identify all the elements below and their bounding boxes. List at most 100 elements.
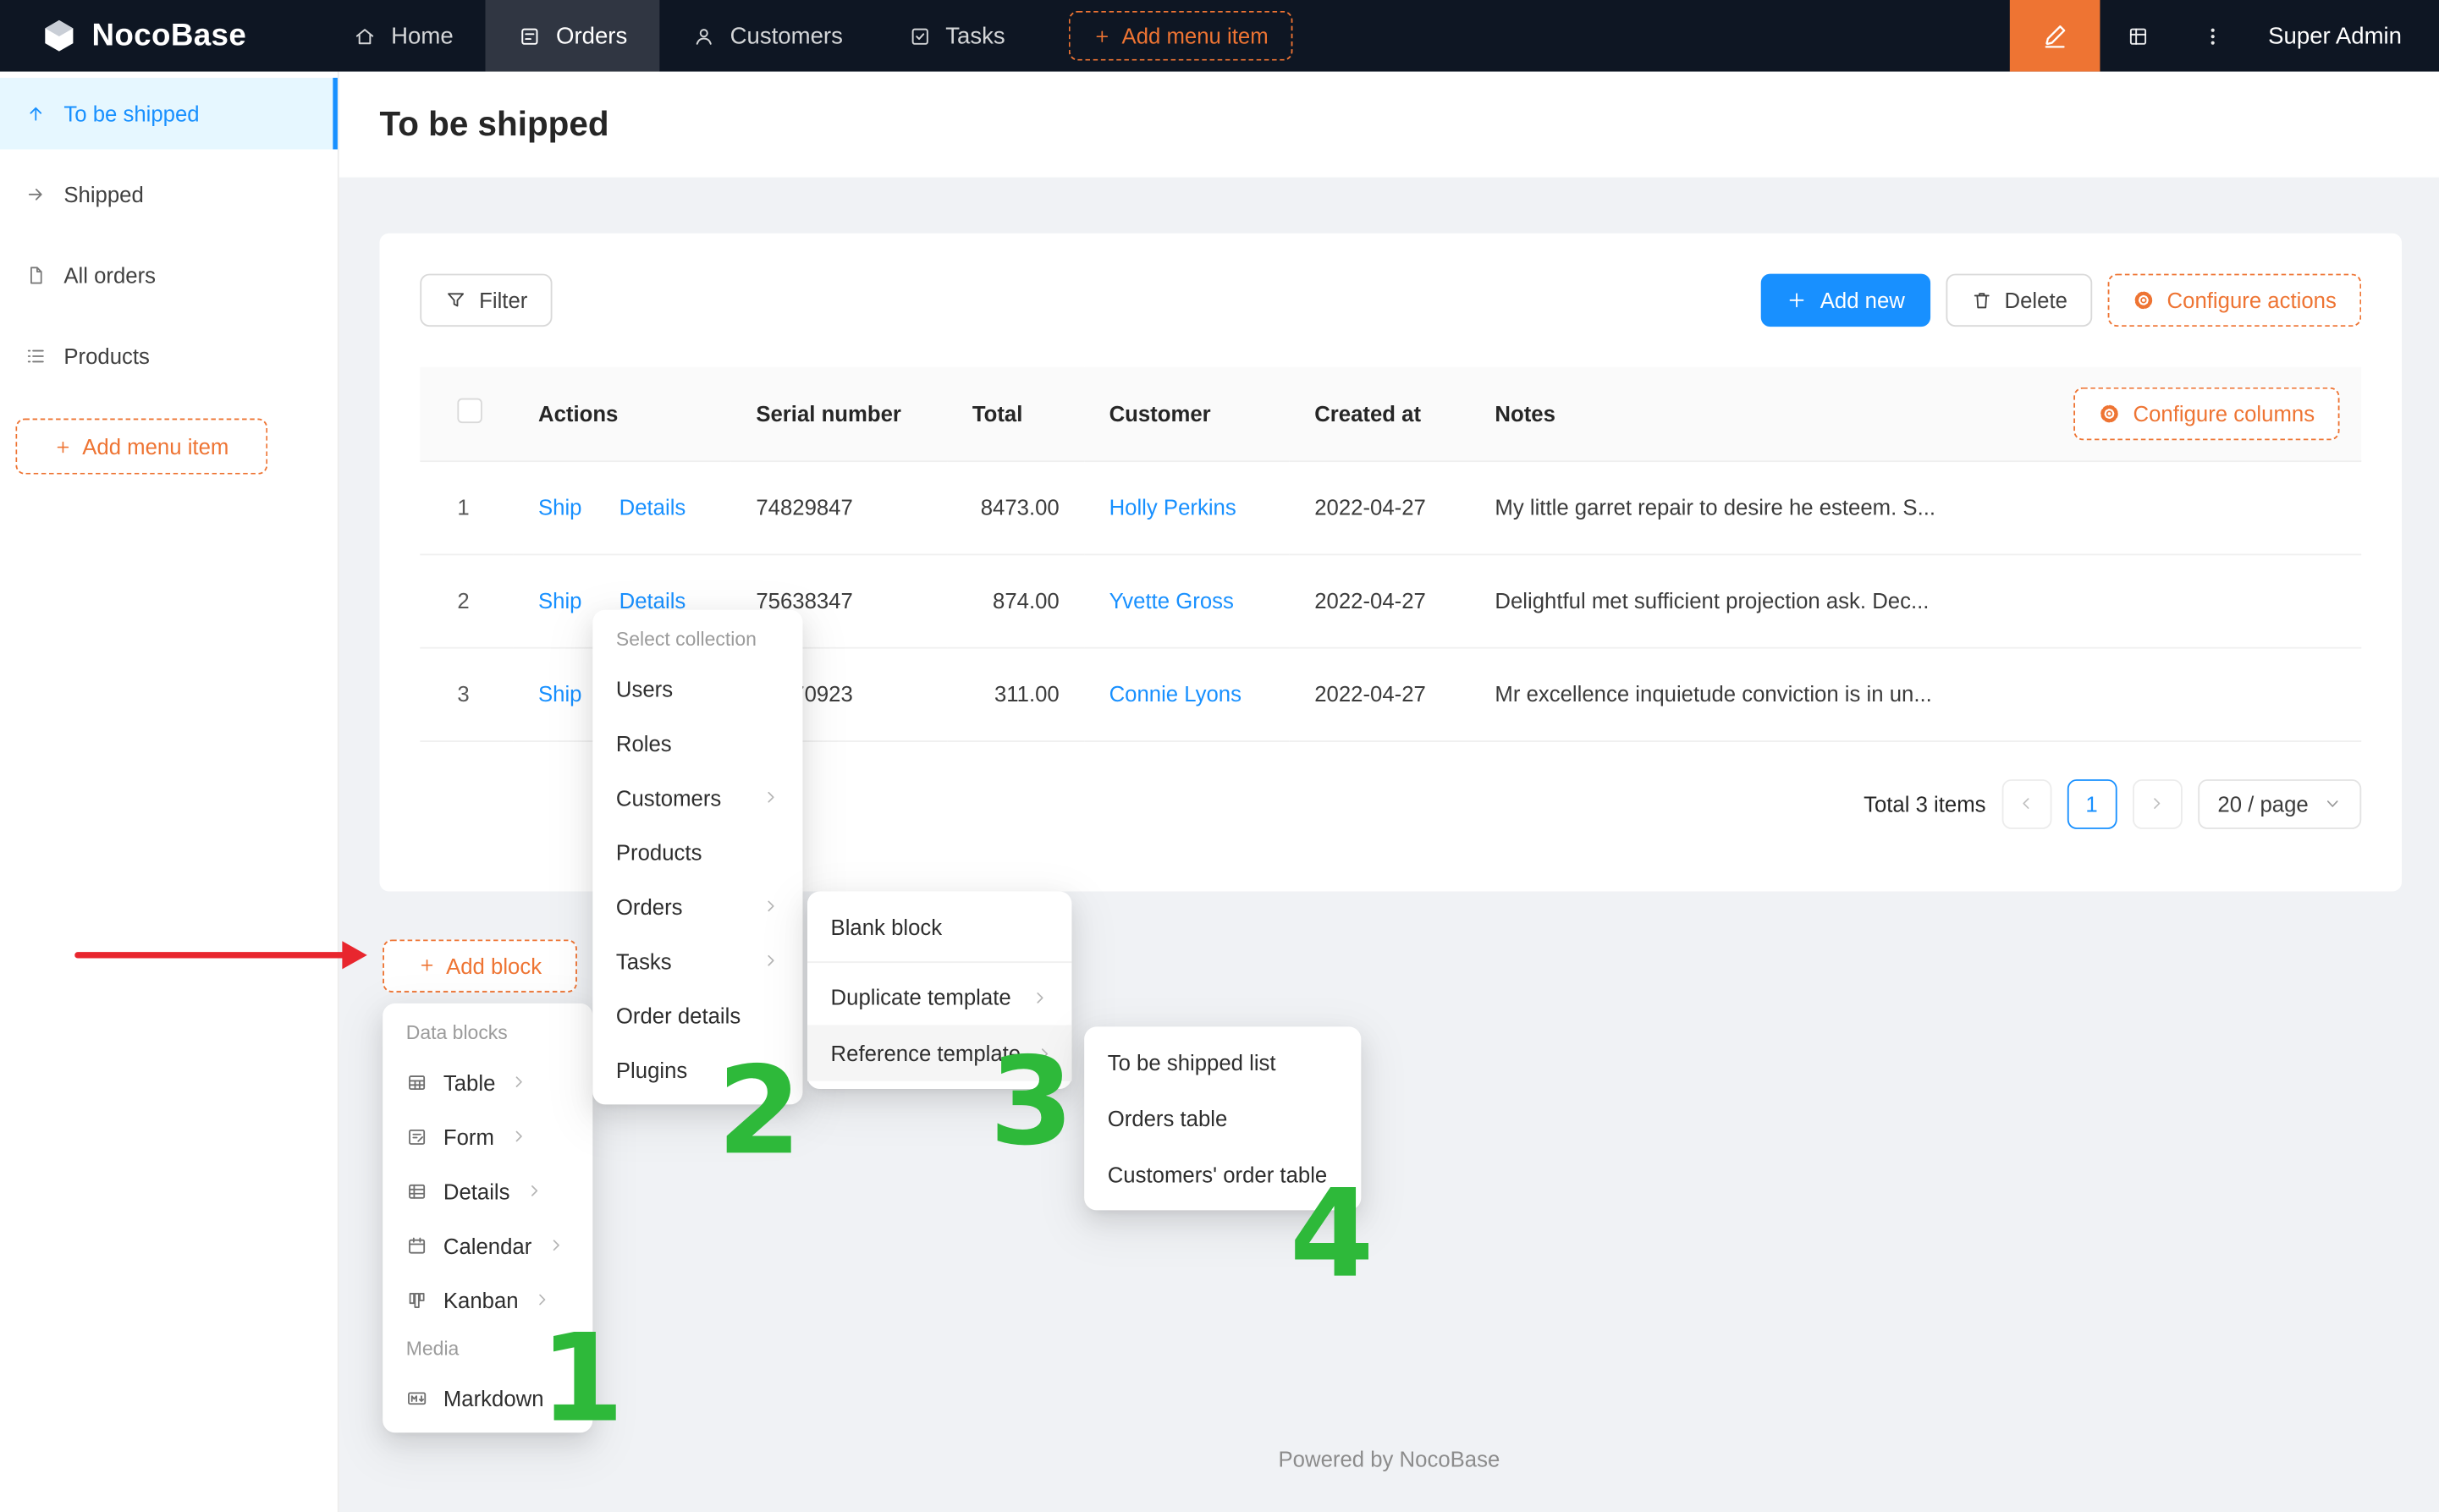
menu-item-calendar[interactable]: Calendar: [383, 1218, 592, 1273]
select-collection-menu: Select collection Users Roles Customers …: [592, 610, 802, 1105]
page-size-select[interactable]: 20 / page: [2198, 778, 2362, 828]
menu-item-orders-table[interactable]: Orders table: [1084, 1091, 1361, 1146]
chevron-left-icon: [2018, 794, 2034, 811]
add-block-button[interactable]: Add block: [383, 939, 577, 992]
customer-link[interactable]: Connie Lyons: [1109, 681, 1242, 706]
chevron-right-icon: [526, 1182, 542, 1199]
menu-item-customers[interactable]: Customers: [592, 770, 802, 824]
pagination-page-1[interactable]: 1: [2067, 778, 2117, 828]
created-at-cell: 2022-04-27: [1290, 460, 1470, 553]
user-menu[interactable]: Super Admin: [2249, 23, 2439, 49]
menu-item-blank-block[interactable]: Blank block: [807, 899, 1071, 955]
menu-item-tasks[interactable]: Tasks: [592, 933, 802, 987]
column-header-actions: Actions: [514, 367, 731, 460]
details-icon: [406, 1180, 428, 1202]
menu-item-label: Order details: [616, 1003, 741, 1027]
column-header-serial: Serial number: [731, 367, 947, 460]
notes-cell: Mr excellence inquietude conviction is i…: [1470, 647, 2361, 740]
menu-item-roles[interactable]: Roles: [592, 716, 802, 770]
created-at-cell: 2022-04-27: [1290, 647, 1470, 740]
configure-actions-label: Configure actions: [2167, 288, 2337, 312]
menu-item-orders[interactable]: Orders: [592, 879, 802, 933]
menu-item-label: Products: [616, 839, 702, 864]
more-menu-button[interactable]: [2175, 0, 2249, 72]
menu-item-details[interactable]: Details: [383, 1163, 592, 1218]
customer-link[interactable]: Yvette Gross: [1109, 588, 1234, 613]
menu-item-table[interactable]: Table: [383, 1055, 592, 1109]
sidebar-item-label: All orders: [63, 263, 156, 288]
nav-item-orders[interactable]: Orders: [486, 0, 660, 72]
add-new-button[interactable]: Add new: [1761, 274, 1930, 327]
collection-manager-button[interactable]: [2100, 0, 2175, 72]
top-menu: Home Orders Customers Tasks Add menu ite…: [321, 0, 1293, 72]
menu-item-label: Orders table: [1108, 1106, 1228, 1130]
nav-item-home[interactable]: Home: [321, 0, 486, 72]
nav-item-label: Tasks: [945, 23, 1005, 49]
arrow-right-icon: [25, 184, 47, 206]
menu-group-label: Data blocks: [383, 1011, 592, 1054]
table-row: 1 ShipDetails 74829847 8473.00 Holly Per…: [420, 460, 2361, 553]
sidebar: To be shipped Shipped All orders Product…: [0, 72, 339, 1512]
filter-button[interactable]: Filter: [420, 274, 552, 327]
menu-item-to-be-shipped-list[interactable]: To be shipped list: [1084, 1035, 1361, 1091]
topnav-add-menu-item-button[interactable]: Add menu item: [1069, 11, 1293, 61]
nav-item-label: Orders: [556, 23, 627, 49]
highlighter-pen-icon: [2041, 22, 2069, 50]
chevron-right-icon: [763, 952, 779, 969]
nocobase-logo[interactable]: NocoBase: [0, 0, 274, 72]
nav-item-customers[interactable]: Customers: [660, 0, 876, 72]
chevron-down-icon: [2324, 794, 2341, 811]
delete-button[interactable]: Delete: [1946, 274, 2093, 327]
sidebar-item-all-orders[interactable]: All orders: [0, 239, 338, 311]
menu-item-label: Blank block: [831, 915, 943, 939]
plus-icon: [1786, 289, 1808, 311]
menu-item-users[interactable]: Users: [592, 661, 802, 715]
total-cell: 8473.00: [947, 460, 1084, 553]
menu-item-form[interactable]: Form: [383, 1109, 592, 1163]
menu-item-order-details[interactable]: Order details: [592, 987, 802, 1042]
page-title: To be shipped: [379, 104, 608, 145]
chevron-right-icon: [534, 1291, 551, 1308]
chevron-right-icon: [763, 789, 779, 805]
gear-icon: [2133, 289, 2155, 311]
ship-link[interactable]: Ship: [538, 495, 582, 520]
sidebar-item-label: To be shipped: [63, 102, 199, 126]
customers-icon: [692, 24, 716, 47]
powered-by-footer: Powered by NocoBase: [339, 1447, 2439, 1471]
configure-columns-button[interactable]: Configure columns: [2074, 388, 2340, 441]
details-link[interactable]: Details: [619, 495, 686, 520]
sidebar-item-to-be-shipped[interactable]: To be shipped: [0, 78, 338, 150]
collections-grid-icon: [2126, 24, 2150, 47]
menu-item-products[interactable]: Products: [592, 824, 802, 878]
ship-link[interactable]: Ship: [538, 588, 582, 613]
annotation-step-1: 1: [540, 1319, 625, 1440]
pagination-prev-button[interactable]: [2001, 778, 2051, 828]
nav-item-tasks[interactable]: Tasks: [876, 0, 1038, 72]
arrow-up-icon: [25, 102, 47, 124]
sidebar-item-products[interactable]: Products: [0, 321, 338, 393]
markdown-icon: [406, 1387, 428, 1409]
top-navbar: NocoBase Home Orders Customers Tasks Add…: [0, 0, 2439, 72]
menu-item-label: Markdown: [443, 1385, 544, 1410]
ui-editor-button[interactable]: [2010, 0, 2100, 72]
topnav-add-menu-item-label: Add menu item: [1122, 24, 1269, 48]
configure-actions-button[interactable]: Configure actions: [2108, 274, 2362, 327]
sidebar-add-menu-item-button[interactable]: Add menu item: [15, 419, 267, 475]
customer-link[interactable]: Holly Perkins: [1109, 495, 1236, 520]
column-header-created-at: Created at: [1290, 367, 1470, 460]
select-all-checkbox[interactable]: [457, 399, 482, 423]
toolbar-right: Add new Delete Configure actions: [1761, 274, 2361, 327]
pagination-next-button[interactable]: [2132, 778, 2182, 828]
list-icon: [25, 345, 47, 367]
menu-item-label: Customers: [616, 785, 721, 810]
ship-link[interactable]: Ship: [538, 681, 582, 706]
sidebar-item-shipped[interactable]: Shipped: [0, 159, 338, 231]
logo-text: NocoBase: [91, 18, 246, 53]
menu-item-label: Roles: [616, 730, 672, 755]
notes-cell: Delightful met sufficient projection ask…: [1470, 554, 2361, 647]
menu-item-label: Kanban: [443, 1287, 519, 1311]
menu-item-duplicate-template[interactable]: Duplicate template: [807, 969, 1071, 1025]
chevron-right-icon: [509, 1128, 526, 1145]
delete-button-label: Delete: [2005, 288, 2067, 312]
menu-group-label: Select collection: [592, 618, 802, 661]
